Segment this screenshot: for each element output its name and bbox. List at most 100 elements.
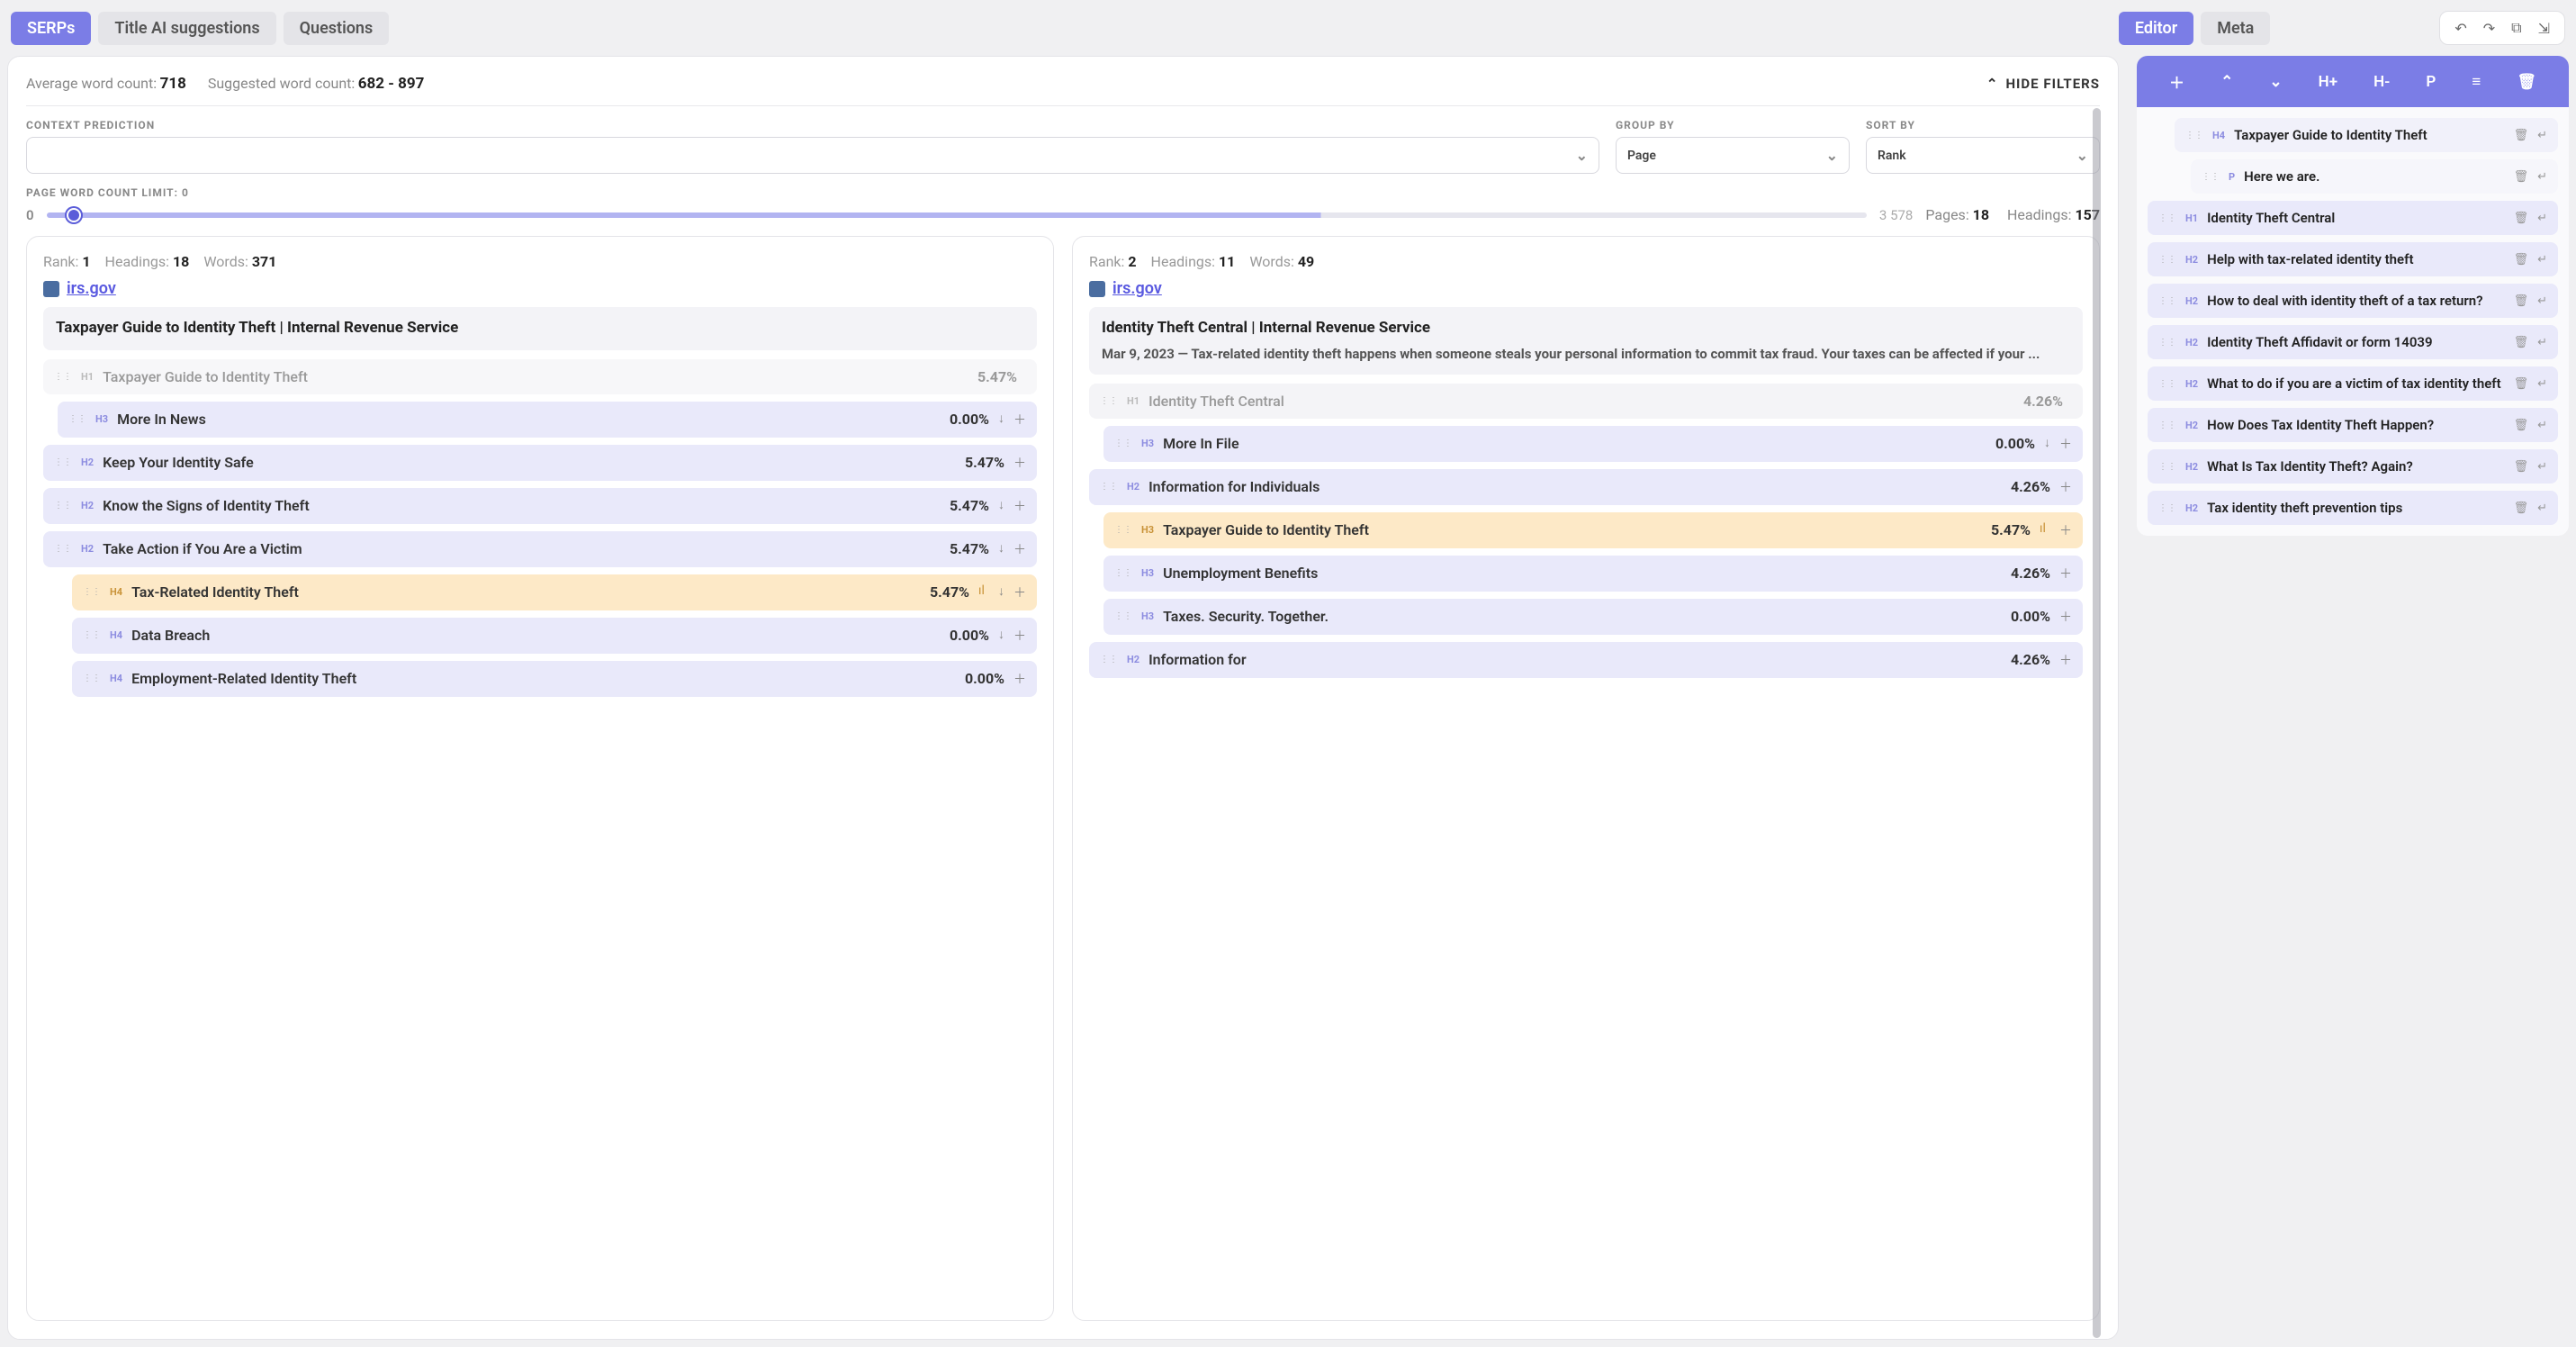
drag-handle-icon[interactable]: ⋮⋮ (1114, 525, 1132, 535)
return-icon[interactable]: ↵ (2537, 460, 2547, 474)
trash-icon[interactable]: 🗑 (2514, 502, 2529, 515)
paragraph-button[interactable]: P (2418, 69, 2443, 95)
tab-meta[interactable]: Meta (2201, 12, 2270, 45)
trash-icon[interactable]: 🗑 (2514, 170, 2529, 184)
heading-row[interactable]: ⋮⋮H2Keep Your Identity Safe5.47%＋ (43, 445, 1037, 481)
drag-handle-icon[interactable]: ⋮⋮ (2158, 213, 2176, 223)
drag-handle-icon[interactable]: ⋮⋮ (1100, 482, 1118, 492)
heading-row[interactable]: ⋮⋮H4Data Breach0.00%↓＋ (72, 618, 1037, 654)
outline-row[interactable]: ⋮⋮H2Identity Theft Affidavit or form 140… (2148, 325, 2558, 359)
heading-row[interactable]: ⋮⋮H2Take Action if You Are a Victim5.47%… (43, 531, 1037, 567)
heading-row[interactable]: ⋮⋮H4Employment-Related Identity Theft0.0… (72, 661, 1037, 697)
arrow-down-icon[interactable]: ↓ (998, 540, 1004, 558)
arrow-down-icon[interactable]: ↓ (998, 583, 1004, 601)
drag-handle-icon[interactable]: ⋮⋮ (54, 544, 72, 554)
drag-handle-icon[interactable]: ⋮⋮ (2158, 338, 2176, 348)
drag-handle-icon[interactable]: ⋮⋮ (2158, 503, 2176, 513)
trash-icon[interactable]: 🗑 (2514, 419, 2529, 432)
hide-filters-button[interactable]: ⌃ HIDE FILTERS (1986, 76, 2100, 92)
drag-handle-icon[interactable]: ⋮⋮ (1100, 396, 1118, 406)
return-icon[interactable]: ↵ (2537, 253, 2547, 267)
scrollbar[interactable] (2093, 108, 2101, 1338)
word-count-slider[interactable] (47, 212, 1867, 218)
move-down-button[interactable]: ⌄ (2262, 69, 2289, 95)
heading-row[interactable]: ⋮⋮H3Taxes. Security. Together.0.00%＋ (1103, 599, 2083, 635)
list-button[interactable]: ≡ (2464, 69, 2488, 95)
drag-handle-icon[interactable]: ⋮⋮ (83, 587, 101, 597)
drag-handle-icon[interactable]: ⋮⋮ (2185, 131, 2203, 140)
return-icon[interactable]: ↵ (2537, 502, 2547, 515)
drag-handle-icon[interactable]: ⋮⋮ (1114, 568, 1132, 578)
drag-handle-icon[interactable]: ⋮⋮ (2202, 172, 2220, 182)
domain-link[interactable]: irs.gov (67, 279, 116, 298)
outline-row[interactable]: ⋮⋮H2What to do if you are a victim of ta… (2148, 366, 2558, 401)
outline-row[interactable]: ⋮⋮H2What Is Tax Identity Theft? Again?🗑↵ (2148, 449, 2558, 484)
drag-handle-icon[interactable]: ⋮⋮ (2158, 379, 2176, 389)
drag-handle-icon[interactable]: ⋮⋮ (54, 501, 72, 511)
heading-row[interactable]: ⋮⋮H1Taxpayer Guide to Identity Theft5.47… (43, 359, 1037, 394)
arrow-down-icon[interactable]: ↓ (2044, 435, 2050, 453)
return-icon[interactable]: ↵ (2537, 419, 2547, 432)
heading-row[interactable]: ⋮⋮H2Know the Signs of Identity Theft5.47… (43, 488, 1037, 524)
drag-handle-icon[interactable]: ⋮⋮ (1114, 611, 1132, 621)
outline-row[interactable]: ⋮⋮H2How to deal with identity theft of a… (2148, 284, 2558, 318)
plus-icon[interactable]: ＋ (1013, 583, 1026, 601)
arrow-down-icon[interactable]: ↓ (998, 627, 1004, 645)
tab-editor[interactable]: Editor (2119, 12, 2193, 45)
drag-handle-icon[interactable]: ⋮⋮ (2158, 420, 2176, 430)
groupby-select[interactable]: Page (1616, 137, 1850, 174)
trash-icon[interactable]: 🗑 (2514, 294, 2529, 308)
heading-row[interactable]: ⋮⋮H3Taxpayer Guide to Identity Theft5.47… (1103, 512, 2083, 548)
drag-handle-icon[interactable]: ⋮⋮ (1114, 438, 1132, 448)
trash-icon[interactable]: 🗑 (2514, 460, 2529, 474)
slider-thumb[interactable] (67, 208, 81, 222)
drag-handle-icon[interactable]: ⋮⋮ (83, 630, 101, 640)
heading-row[interactable]: ⋮⋮H4Tax-Related Identity Theft5.47%ıl↓＋ (72, 574, 1037, 610)
arrow-down-icon[interactable]: ↓ (998, 497, 1004, 515)
trash-icon[interactable]: 🗑 (2514, 253, 2529, 267)
heading-row[interactable]: ⋮⋮H3More In News0.00%↓＋ (58, 402, 1037, 438)
return-icon[interactable]: ↵ (2537, 129, 2547, 142)
tab-serps[interactable]: SERPs (11, 12, 91, 45)
arrow-down-icon[interactable]: ↓ (998, 411, 1004, 429)
drag-handle-icon[interactable]: ⋮⋮ (2158, 462, 2176, 472)
trash-icon[interactable]: 🗑 (2514, 377, 2529, 391)
plus-icon[interactable]: ＋ (2059, 478, 2072, 496)
plus-icon[interactable]: ＋ (2059, 435, 2072, 453)
outline-row[interactable]: ⋮⋮H4Taxpayer Guide to Identity Theft🗑↵ (2175, 118, 2558, 152)
context-prediction-select[interactable] (26, 137, 1599, 174)
tab-questions[interactable]: Questions (284, 12, 390, 45)
plus-icon[interactable]: ＋ (2059, 565, 2072, 583)
move-up-button[interactable]: ⌃ (2213, 69, 2240, 95)
drag-handle-icon[interactable]: ⋮⋮ (2158, 296, 2176, 306)
return-icon[interactable]: ↵ (2537, 377, 2547, 391)
sortby-select[interactable]: Rank (1866, 137, 2100, 174)
return-icon[interactable]: ↵ (2537, 336, 2547, 349)
outline-row[interactable]: ⋮⋮H1Identity Theft Central🗑↵ (2148, 201, 2558, 235)
outline-row[interactable]: ⋮⋮H2Tax identity theft prevention tips🗑↵ (2148, 491, 2558, 525)
drag-handle-icon[interactable]: ⋮⋮ (83, 674, 101, 683)
plus-icon[interactable]: ＋ (2059, 521, 2072, 539)
heading-decrease-button[interactable]: H- (2366, 69, 2397, 95)
drag-handle-icon[interactable]: ⋮⋮ (1100, 655, 1118, 664)
undo-icon[interactable]: ↶ (2454, 20, 2466, 37)
outline-row[interactable]: ⋮⋮H2How Does Tax Identity Theft Happen?🗑… (2148, 408, 2558, 442)
plus-icon[interactable]: ＋ (1013, 540, 1026, 558)
add-button[interactable]: ＋ (2162, 67, 2192, 96)
trash-icon[interactable]: 🗑 (2514, 212, 2529, 225)
outline-row[interactable]: ⋮⋮PHere we are.🗑↵ (2191, 159, 2558, 194)
trash-icon[interactable]: 🗑 (2514, 129, 2529, 142)
plus-icon[interactable]: ＋ (1013, 627, 1026, 645)
heading-row[interactable]: ⋮⋮H3More In File0.00%↓＋ (1103, 426, 2083, 462)
outline-row[interactable]: ⋮⋮H2Help with tax-related identity theft… (2148, 242, 2558, 276)
heading-increase-button[interactable]: H+ (2311, 69, 2345, 95)
heading-row[interactable]: ⋮⋮H2Information for4.26%＋ (1089, 642, 2083, 678)
drag-handle-icon[interactable]: ⋮⋮ (2158, 255, 2176, 265)
export-icon[interactable]: ⇲ (2538, 20, 2550, 37)
tab-title-ai[interactable]: Title AI suggestions (98, 12, 275, 45)
plus-icon[interactable]: ＋ (1013, 454, 1026, 472)
drag-handle-icon[interactable]: ⋮⋮ (54, 457, 72, 467)
plus-icon[interactable]: ＋ (1013, 670, 1026, 688)
return-icon[interactable]: ↵ (2537, 294, 2547, 308)
plus-icon[interactable]: ＋ (1013, 411, 1026, 429)
